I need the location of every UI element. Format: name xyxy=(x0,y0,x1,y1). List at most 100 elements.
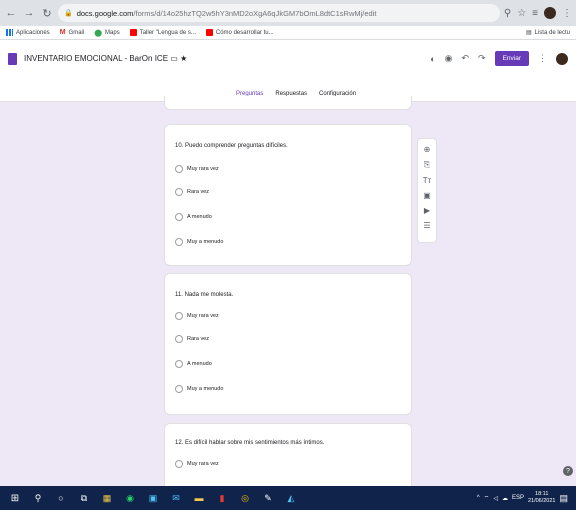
bookmark-taller[interactable]: Taller "Lengua de s... xyxy=(129,29,196,36)
radio-button[interactable] xyxy=(175,335,183,343)
send-button[interactable]: Enviar xyxy=(494,51,529,66)
option-label: Rara vez xyxy=(187,336,210,342)
zoom-icon[interactable]: ⚲ xyxy=(504,8,511,19)
screen: ← → ↻ 🔒 docs.google.com/forms/d/14o25hzT… xyxy=(0,0,576,510)
clock-date: 21/06/2021 xyxy=(527,498,556,504)
bookmark-label: Taller "Lengua de s... xyxy=(139,29,196,36)
photos-icon[interactable]: ◭ xyxy=(284,491,298,505)
floating-toolbar: ⊕ ⎘ Tт ▣ ▶ ☰ xyxy=(417,138,437,243)
radio-button[interactable] xyxy=(175,360,183,368)
radio-button[interactable] xyxy=(175,165,183,173)
radio-button[interactable] xyxy=(175,238,183,246)
store-icon[interactable]: ▦ xyxy=(100,491,114,505)
bookmark-label: Maps xyxy=(105,29,120,36)
question-card-12[interactable]: 12. Es difícil hablar sobre mis sentimie… xyxy=(164,423,412,493)
option-label: Muy a menudo xyxy=(187,386,224,392)
url-host: docs.google.com xyxy=(76,8,134,18)
palette-icon[interactable]: ◐ xyxy=(430,54,435,64)
mail-icon[interactable]: ✉ xyxy=(169,491,183,505)
bookmark-desarrollar[interactable]: Cómo desarrollar tu... xyxy=(205,29,274,36)
option-row[interactable]: A menudo xyxy=(175,360,212,368)
profile-avatar[interactable] xyxy=(544,7,556,19)
radio-button[interactable] xyxy=(175,188,183,196)
volume-icon[interactable]: ◁ xyxy=(493,495,498,502)
radio-button[interactable] xyxy=(175,312,183,320)
option-label: Muy rara vez xyxy=(187,313,219,319)
option-label: Muy a menudo xyxy=(187,239,224,245)
form-title-text: INVENTARIO EMOCIONAL - BarOn ICE xyxy=(24,54,169,63)
form-title[interactable]: INVENTARIO EMOCIONAL - BarOn ICE ▭ ★ xyxy=(24,54,187,63)
option-row[interactable]: A menudo xyxy=(175,213,212,221)
reading-list[interactable]: ▤ Lista de lectu xyxy=(526,29,570,37)
option-label: Rara vez xyxy=(187,189,210,195)
address-bar[interactable]: 🔒 docs.google.com/forms/d/14o25hzTQ2w5hY… xyxy=(58,4,500,22)
file-explorer-icon[interactable]: ▬ xyxy=(192,491,206,505)
playlist-icon[interactable]: ≡ xyxy=(532,8,538,19)
clock[interactable]: 18:11 21/06/2021 xyxy=(528,491,556,505)
bookmark-gmail[interactable]: M Gmail xyxy=(60,29,85,36)
app-icon[interactable]: ▣ xyxy=(146,491,160,505)
chrome-icon[interactable]: ◎ xyxy=(238,491,252,505)
option-row[interactable]: Rara vez xyxy=(175,188,209,196)
back-icon[interactable]: ← xyxy=(4,6,18,20)
menu-icon[interactable]: ⋮ xyxy=(562,8,572,19)
option-label: Muy rara vez xyxy=(187,166,219,172)
header-actions: ◐ ◉ ↶ ↷ Enviar ⋮ xyxy=(430,51,568,66)
notifications-icon[interactable]: ▤ xyxy=(559,493,568,504)
account-avatar[interactable] xyxy=(556,52,568,65)
maps-icon: ⬤ xyxy=(94,29,103,37)
star-icon[interactable]: ☆ xyxy=(517,8,526,19)
star-icon[interactable]: ★ xyxy=(180,54,187,63)
radio-button[interactable] xyxy=(175,385,183,393)
reload-icon[interactable]: ↻ xyxy=(40,6,54,20)
bookmark-apps[interactable]: Aplicaciones xyxy=(6,29,50,36)
preview-icon[interactable]: ◉ xyxy=(445,53,453,64)
forms-logo-icon[interactable] xyxy=(8,53,17,65)
cortana-icon[interactable]: ○ xyxy=(54,491,68,505)
radio-button[interactable] xyxy=(175,460,183,468)
add-question-icon[interactable]: ⊕ xyxy=(424,145,431,154)
whatsapp-icon[interactable]: ◉ xyxy=(123,491,137,505)
network-icon[interactable]: ⌔ xyxy=(484,494,490,502)
option-row[interactable]: Muy rara vez xyxy=(175,165,219,173)
language-indicator[interactable]: ESP xyxy=(512,495,524,501)
option-row[interactable]: Muy a menudo xyxy=(175,385,223,393)
question-card-11[interactable]: 11. Nada me molesta. Muy rara vez Rara v… xyxy=(164,273,412,415)
undo-icon[interactable]: ↶ xyxy=(461,53,469,64)
option-row[interactable]: Rara vez xyxy=(175,335,209,343)
task-view-icon[interactable]: ⧉ xyxy=(77,491,91,505)
more-icon[interactable]: ⋮ xyxy=(538,53,547,64)
bookmark-label: Aplicaciones xyxy=(16,29,50,36)
option-row[interactable]: Muy rara vez xyxy=(175,312,219,320)
import-questions-icon[interactable]: ⎘ xyxy=(424,160,430,170)
question-title: 11. Nada me molesta. xyxy=(175,292,234,298)
option-row[interactable]: Muy a menudo xyxy=(175,238,223,246)
add-title-icon[interactable]: Tт xyxy=(423,176,432,185)
search-icon[interactable]: ⚲ xyxy=(31,491,45,505)
redo-icon[interactable]: ↷ xyxy=(478,53,486,64)
chevron-up-icon[interactable]: ^ xyxy=(477,495,480,501)
browser-actions: ⚲ ☆ ≡ ⋮ xyxy=(504,7,572,19)
radio-button[interactable] xyxy=(175,213,183,221)
paint-icon[interactable]: ✎ xyxy=(261,491,275,505)
forward-icon[interactable]: → xyxy=(22,6,36,20)
question-card-10[interactable]: 10. Puedo comprender preguntas difíciles… xyxy=(164,124,412,266)
browser-toolbar: ← → ↻ 🔒 docs.google.com/forms/d/14o25hzT… xyxy=(0,0,576,26)
onedrive-icon[interactable]: ☁ xyxy=(502,495,508,502)
help-icon[interactable]: ? xyxy=(563,466,573,476)
lock-icon: 🔒 xyxy=(64,10,73,17)
bookmark-maps[interactable]: ⬤ Maps xyxy=(94,29,120,37)
office-icon[interactable]: ▮ xyxy=(215,491,229,505)
bookmarks-bar: Aplicaciones M Gmail ⬤ Maps Taller "Lengua… xyxy=(0,26,576,40)
add-video-icon[interactable]: ▶ xyxy=(424,206,430,215)
add-image-icon[interactable]: ▣ xyxy=(423,191,431,200)
apps-grid-icon xyxy=(6,29,13,36)
add-section-icon[interactable]: ☰ xyxy=(423,221,430,230)
system-tray: ^ ⌔ ◁ ☁ ESP 18:11 21/06/2021 ▤ xyxy=(477,491,568,505)
windows-start-icon[interactable]: ⊞ xyxy=(8,491,22,505)
clock-time: 18:11 xyxy=(535,491,549,497)
folder-icon[interactable]: ▭ xyxy=(170,54,178,63)
windows-taskbar: ⊞ ⚲ ○ ⧉ ▦ ◉ ▣ ✉ ▬ ▮ ◎ ✎ ◭ ^ ⌔ ◁ ☁ ESP 18… xyxy=(0,486,576,510)
option-row[interactable]: Muy rara vez xyxy=(175,460,219,468)
reading-list-label: Lista de lectu xyxy=(534,29,570,36)
